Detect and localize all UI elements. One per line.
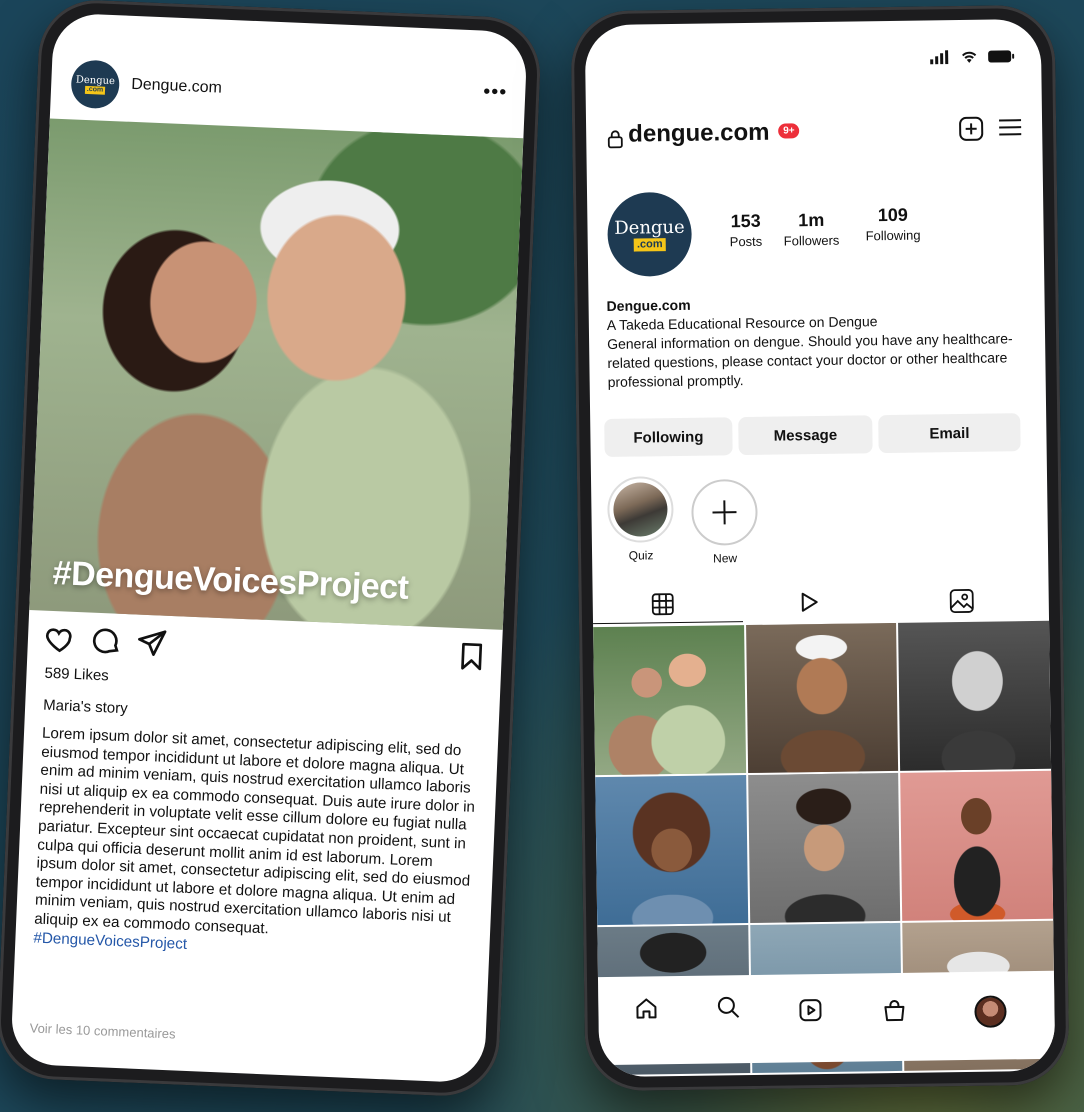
shop-icon[interactable] — [882, 999, 906, 1023]
stat-label: Following — [865, 227, 921, 244]
avatar-logo-suffix: .com — [84, 85, 106, 95]
comment-icon[interactable] — [89, 625, 122, 658]
signal-icon — [930, 50, 949, 65]
profile-bio: Dengue.com A Takeda Educational Resource… — [606, 291, 1047, 392]
reels-nav-icon[interactable] — [798, 998, 822, 1022]
grid-post[interactable] — [595, 775, 748, 926]
highlight-mountain-image — [613, 482, 668, 537]
stat-followers[interactable]: 1m Followers — [783, 209, 840, 249]
lock-icon — [607, 130, 623, 149]
share-icon[interactable] — [135, 627, 168, 660]
stat-posts[interactable]: 153 Posts — [729, 210, 763, 250]
new-post-icon[interactable] — [958, 116, 984, 142]
stat-value: 153 — [730, 210, 761, 232]
stat-label: Followers — [783, 232, 840, 249]
story-title: Maria's story — [42, 696, 129, 718]
plus-icon — [712, 500, 737, 525]
stat-label: Posts — [729, 233, 763, 250]
grid-post[interactable] — [898, 620, 1052, 771]
post-author-avatar[interactable]: Dengue .com — [70, 59, 121, 110]
bottom-navigation — [597, 970, 1056, 1066]
phone-post: Dengue .com Dengue.com ••• #DengueVoices… — [0, 0, 543, 1099]
notification-badge: 9+ — [778, 123, 800, 139]
photo-hashtag-overlay: #DengueVoicesProject — [51, 553, 410, 607]
profile-screen: dengue.com 9+ Dengue .com 153 Posts 1m F… — [584, 18, 1056, 1078]
highlight-new[interactable]: New — [691, 478, 758, 566]
post-caption: Lorem ipsum dolor sit amet, consectetur … — [33, 725, 480, 966]
highlight-label: New — [713, 551, 738, 566]
post-screen: Dengue .com Dengue.com ••• #DengueVoices… — [10, 12, 528, 1084]
avatar-logo-word: Dengue — [614, 216, 685, 239]
tagged-icon[interactable] — [949, 588, 975, 614]
more-options-icon[interactable]: ••• — [483, 81, 508, 105]
caption-text: Lorem ipsum dolor sit amet, consectetur … — [33, 724, 476, 938]
grid-post[interactable] — [900, 770, 1054, 921]
highlight-quiz[interactable]: Quiz — [606, 476, 674, 563]
home-icon[interactable] — [634, 996, 658, 1020]
active-tab-indicator — [593, 621, 744, 625]
profile-top-bar: dengue.com 9+ — [586, 111, 1043, 161]
following-button[interactable]: Following — [604, 417, 733, 457]
profile-content-tabs — [593, 583, 1049, 625]
post-author-handle[interactable]: Dengue.com — [131, 76, 222, 98]
stat-value: 109 — [877, 204, 908, 226]
highlight-ring — [606, 476, 674, 543]
reels-icon[interactable] — [797, 590, 821, 614]
highlight-label: Quiz — [628, 548, 654, 563]
wifi-icon — [962, 51, 977, 63]
likes-count[interactable]: 589 Likes — [44, 665, 109, 685]
stat-value: 1m — [798, 209, 825, 231]
grid-icon[interactable] — [651, 592, 675, 616]
email-button[interactable]: Email — [878, 413, 1021, 454]
status-bar — [929, 49, 1015, 65]
posts-grid — [593, 620, 1056, 1076]
view-comments-link[interactable]: Voir les 10 commentaires — [29, 1020, 175, 1041]
highlight-ring — [691, 478, 758, 546]
profile-avatar[interactable]: Dengue .com — [607, 191, 693, 277]
heart-icon[interactable] — [43, 623, 76, 656]
profile-handle[interactable]: dengue.com — [628, 119, 770, 149]
message-button[interactable]: Message — [738, 415, 873, 456]
bio-line-2: General information on dengue. Should yo… — [607, 330, 1013, 390]
avatar-logo-word: Dengue — [75, 74, 116, 87]
search-icon[interactable] — [716, 995, 740, 1019]
post-photo[interactable]: #DengueVoicesProject — [29, 118, 524, 630]
avatar-logo-suffix: .com — [633, 237, 666, 252]
phone-profile: dengue.com 9+ Dengue .com 153 Posts 1m F… — [570, 4, 1070, 1092]
grid-post[interactable] — [745, 622, 899, 774]
grid-post[interactable] — [747, 772, 901, 924]
menu-icon[interactable] — [998, 117, 1022, 137]
stat-following[interactable]: 109 Following — [865, 204, 921, 244]
grid-post[interactable] — [593, 625, 746, 776]
battery-icon — [988, 50, 1015, 63]
bookmark-icon[interactable] — [455, 640, 488, 673]
profile-avatar-nav[interactable] — [974, 995, 1007, 1028]
